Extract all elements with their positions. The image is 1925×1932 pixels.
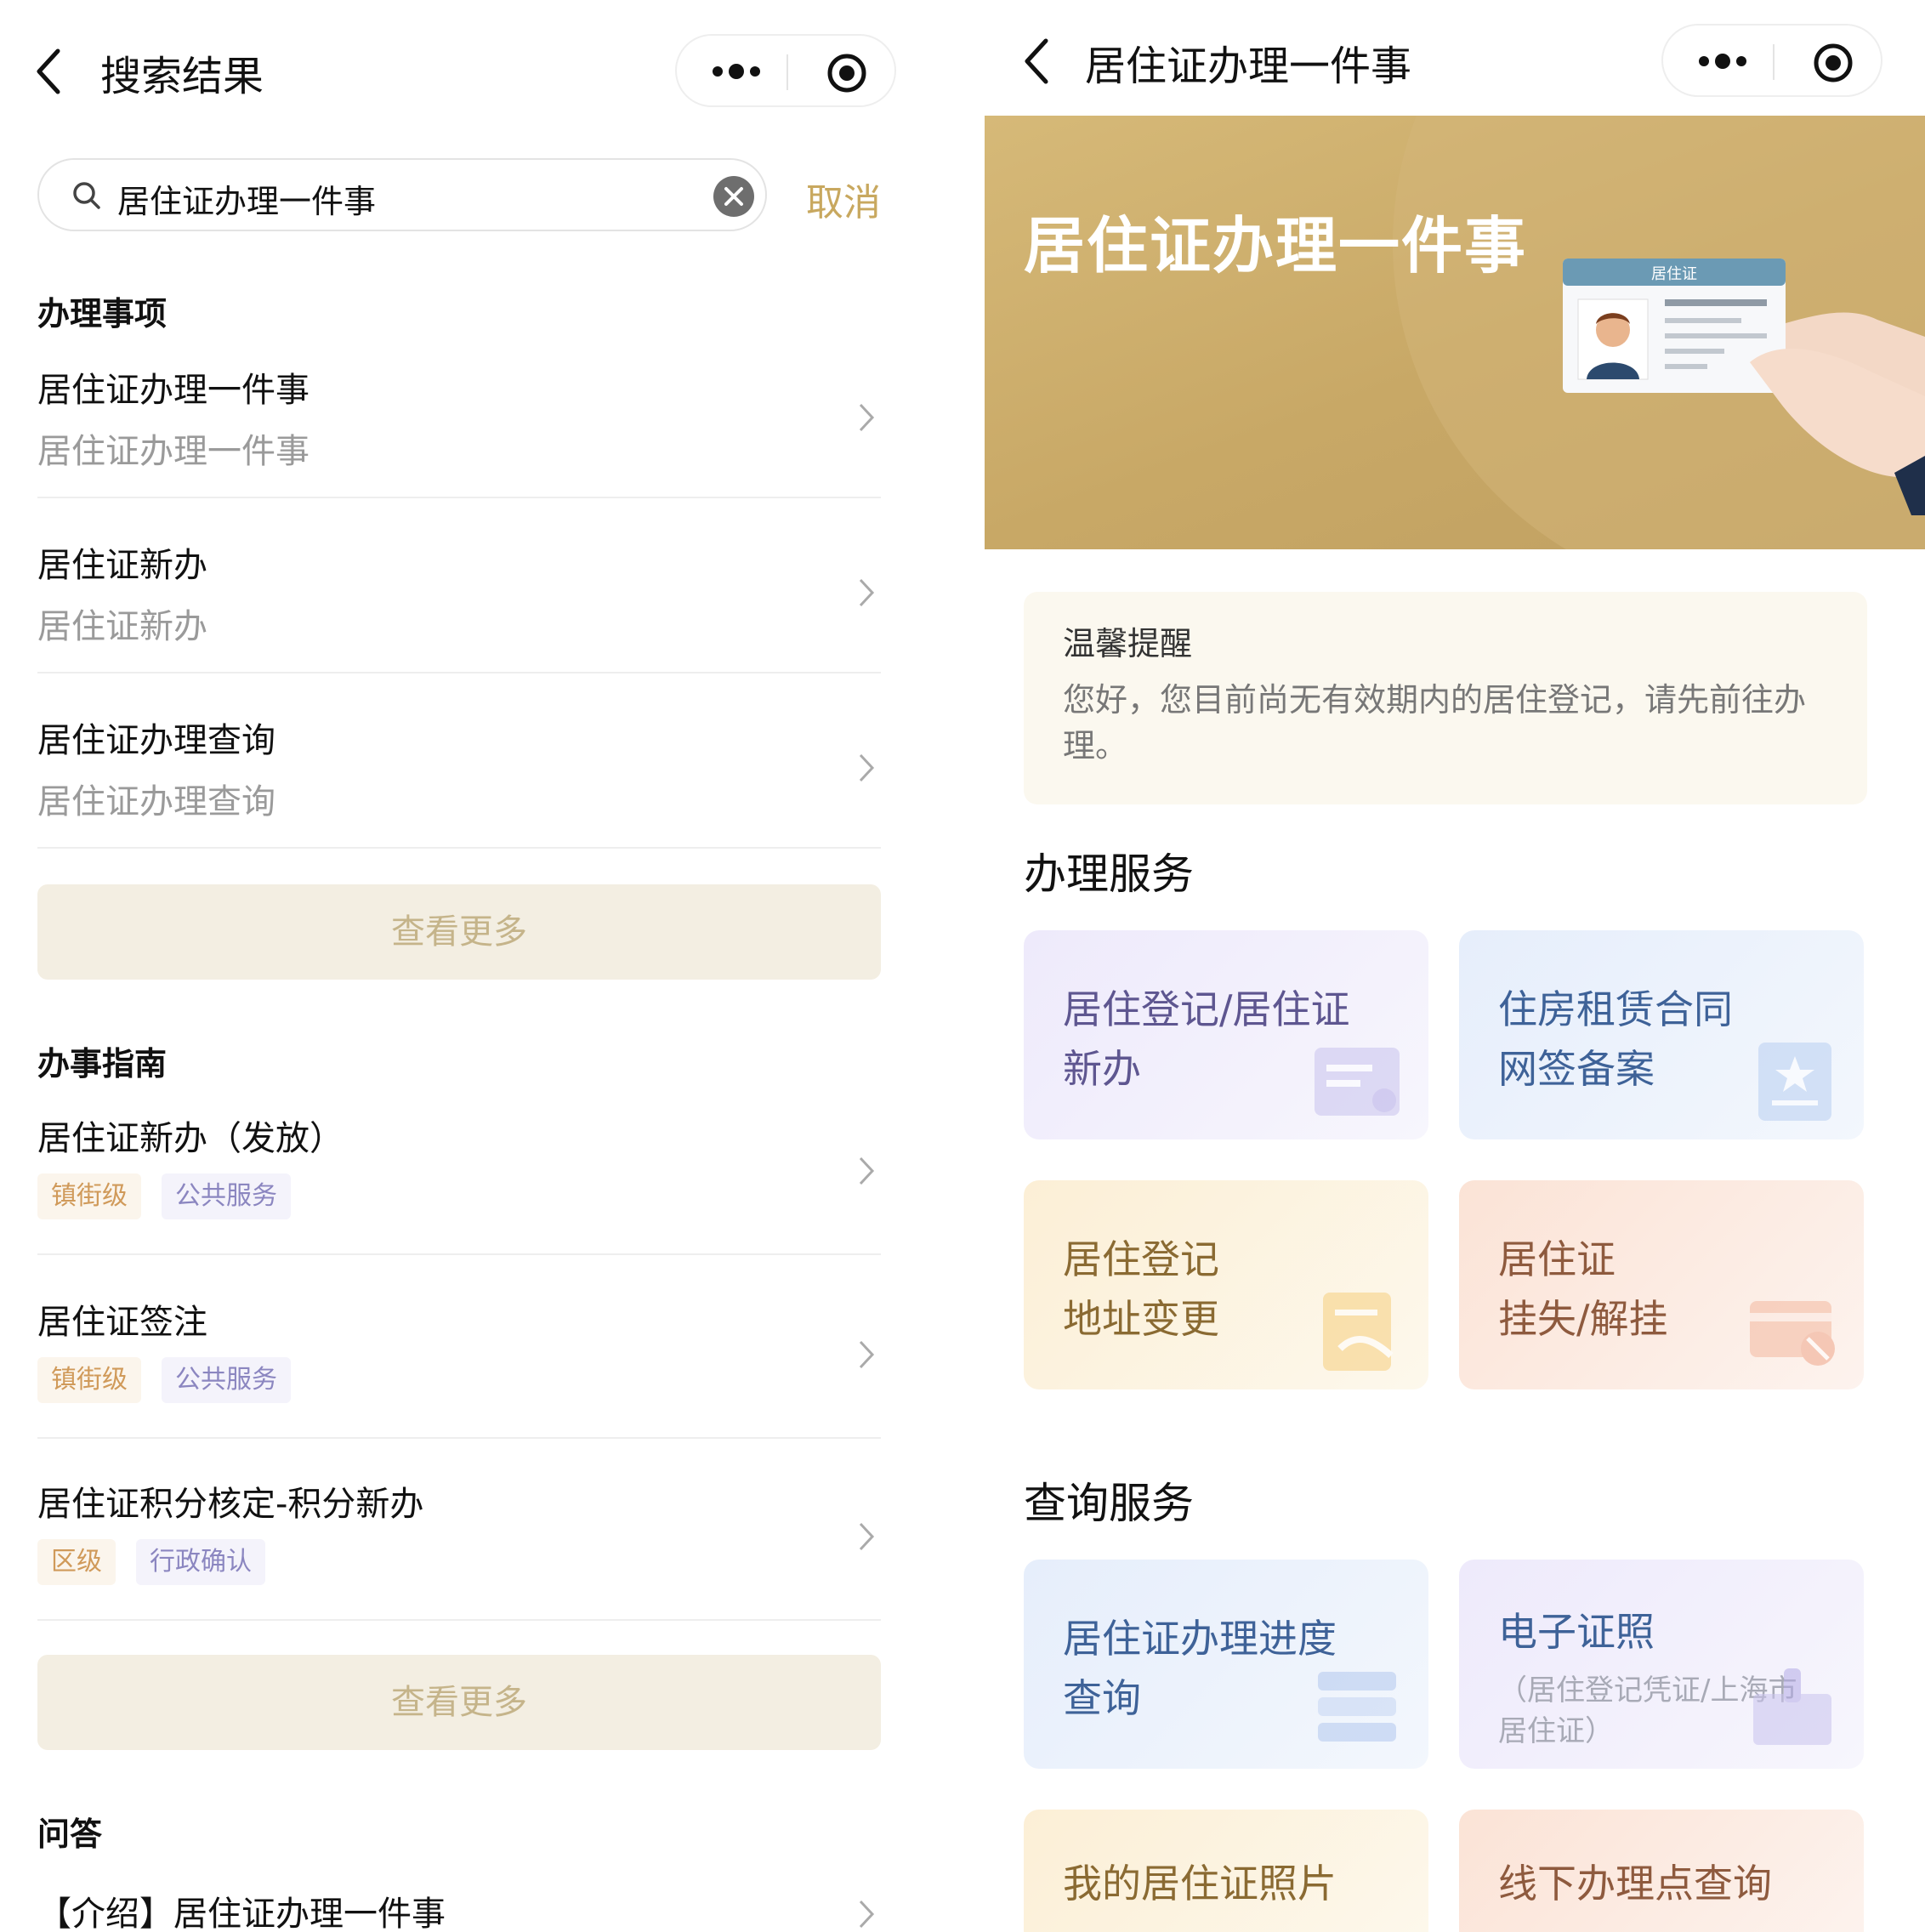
level-tag: 镇街级 [37,1357,141,1403]
item-title: 居住证办理查询 [37,721,275,760]
mini-program-capsule [675,34,896,107]
nav-bar: 搜索结果 [0,0,923,136]
card-label: 居住证 [1651,265,1697,283]
banner-title: 居住证办理一件事 [1024,210,1528,281]
close-mini-program-icon[interactable] [1813,43,1854,83]
section-title-items: 办理事项 [37,295,168,332]
page-title: 居住证办理一件事 [1085,43,1412,90]
chevron-right-icon [859,1522,875,1551]
item-subtitle: 居住证办理一件事 [37,432,309,471]
chevron-right-icon [859,1900,875,1929]
section-title-query: 查询服务 [1024,1479,1194,1528]
level-tag: 区级 [37,1539,116,1585]
search-value: 居住证办理一件事 [117,183,377,220]
list-item[interactable]: 居住证办理查询 居住证办理查询 [37,713,881,849]
card-title: 居住登记 地址变更 [1063,1236,1219,1342]
query-card-my-photo[interactable]: 我的居住证照片 [1024,1810,1428,1932]
residence-permit-screen: 居住证办理一件事 居住证 居住证办理一件事 温馨提醒 您好，您目前尚无有效期内的… [985,0,1925,1932]
view-more-button[interactable]: 查看更多 [37,884,881,980]
category-tag: 行政确认 [136,1539,265,1585]
section-title-guide: 办事指南 [37,1045,168,1082]
card-title: 居住证办理进度 查询 [1063,1616,1337,1721]
page-title: 搜索结果 [100,53,264,100]
query-card-e-license[interactable]: 电子证照 （居住登记凭证/上海市 居住证） [1459,1560,1864,1769]
service-card-report-loss[interactable]: 居住证 挂失/解挂 [1459,1180,1864,1389]
item-subtitle: 居住证新办 [37,607,207,646]
chevron-right-icon [859,1156,875,1185]
card-title: 居住证 挂失/解挂 [1498,1236,1668,1342]
back-icon[interactable] [1020,36,1054,87]
service-card-new-permit[interactable]: 居住登记/居住证 新办 [1024,930,1428,1139]
back-icon[interactable] [32,46,66,97]
category-tag: 公共服务 [162,1357,291,1403]
query-card-offline-locations[interactable]: 线下办理点查询 [1459,1810,1864,1932]
item-title: 居住证积分核定-积分新办 [37,1485,424,1524]
capsule-divider [1773,44,1775,80]
item-title: 居住证新办 [37,546,207,585]
item-title: 【介绍】居住证办理一件事 [37,1895,446,1932]
close-mini-program-icon[interactable] [826,53,867,94]
edit-document-icon [1323,1293,1394,1371]
service-card-address-change[interactable]: 居住登记 地址变更 [1024,1180,1428,1389]
card-title: 线下办理点查询 [1498,1861,1772,1906]
list-item[interactable]: 居住证签注 镇街级 公共服务 [37,1294,881,1439]
chevron-right-icon [859,403,875,432]
clear-search-icon[interactable] [713,175,755,218]
list-item[interactable]: 居住证新办 居住证新办 [37,537,881,673]
level-tag: 镇街级 [37,1173,141,1219]
chevron-right-icon [859,753,875,782]
item-title: 居住证签注 [37,1303,207,1342]
card-title: 住房租赁合同 网签备案 [1498,986,1733,1092]
category-tag: 公共服务 [162,1173,291,1219]
search-results-screen: 搜索结果 居住证办理一件事 取消 办理事项 居住证办理一件事 居住证办理一件事 … [0,0,923,1932]
chevron-right-icon [859,1340,875,1369]
stamp-icon [1753,1668,1831,1745]
service-card-rental-contract[interactable]: 住房租赁合同 网签备案 [1459,930,1864,1139]
list-item[interactable]: 居住证办理一件事 居住证办理一件事 [37,362,881,498]
item-title: 居住证办理一件事 [37,371,309,410]
search-icon [73,182,100,209]
nav-bar: 居住证办理一件事 [985,0,1925,116]
view-more-button[interactable]: 查看更多 [37,1655,881,1750]
item-title: 居住证新办（发放） [37,1119,344,1158]
list-item[interactable]: 居住证新办（发放） 镇街级 公共服务 [37,1111,881,1255]
card-block-icon [1750,1301,1835,1366]
mini-program-capsule [1661,24,1882,97]
more-icon[interactable] [1695,44,1750,78]
id-card-icon [1315,1048,1400,1116]
progress-list-icon [1318,1672,1396,1742]
list-item[interactable]: 居住证积分核定-积分新办 区级 行政确认 [37,1476,881,1621]
reminder-text: 您好，您目前尚无有效期内的居住登记，请先前往办理。 [1063,681,1807,764]
section-title-qa: 问答 [37,1816,103,1853]
id-card-in-hand-illustration: 居住证 [1393,116,1925,549]
list-item[interactable]: 【介绍】居住证办理一件事 [37,1886,881,1932]
reminder-card: 温馨提醒 您好，您目前尚无有效期内的居住登记，请先前往办理。 [1024,592,1867,804]
reminder-title: 温馨提醒 [1063,625,1193,662]
hero-banner: 居住证 居住证办理一件事 [985,116,1925,549]
item-subtitle: 居住证办理查询 [37,782,275,821]
card-title: 电子证照 [1498,1609,1655,1655]
chevron-right-icon [859,578,875,607]
card-title: 我的居住证照片 [1063,1861,1337,1906]
more-icon[interactable] [709,54,764,88]
cancel-button[interactable]: 取消 [806,172,881,226]
section-title-service: 办理服务 [1024,850,1194,899]
star-document-icon [1758,1043,1831,1121]
query-card-progress[interactable]: 居住证办理进度 查询 [1024,1560,1428,1769]
search-input[interactable]: 居住证办理一件事 [37,158,767,231]
capsule-divider [786,54,788,90]
